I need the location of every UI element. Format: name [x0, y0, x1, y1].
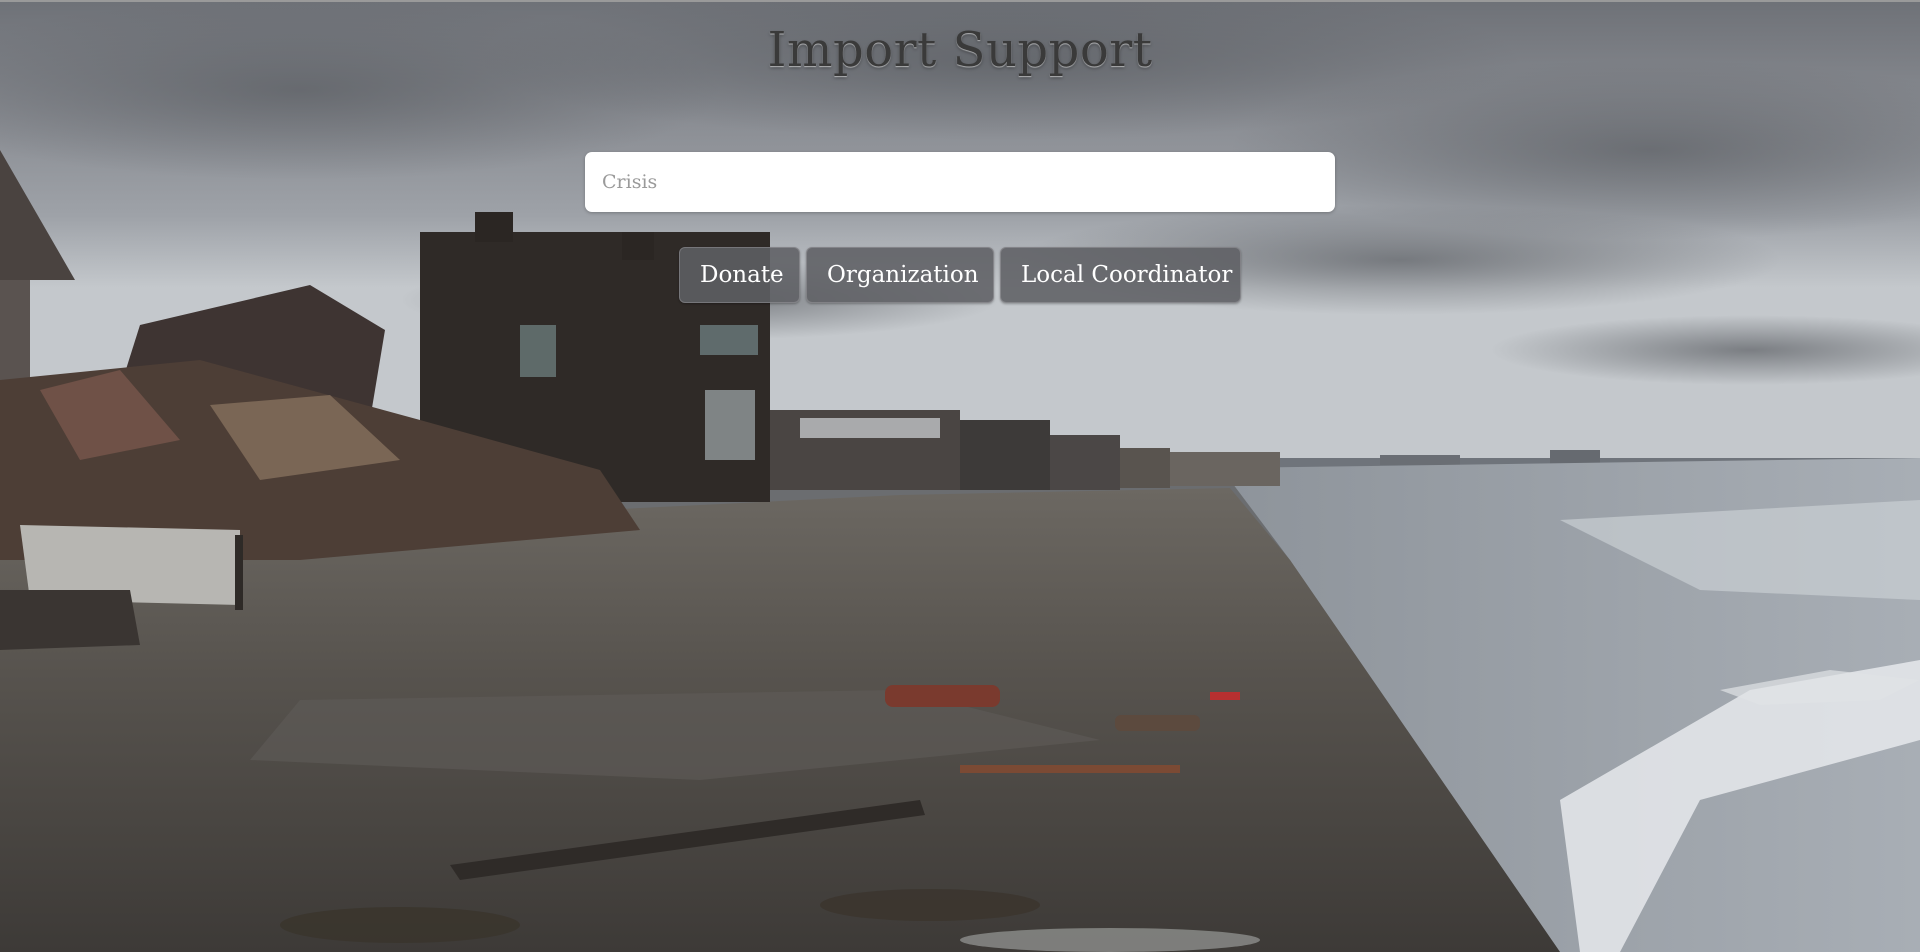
organization-button[interactable]: Organization	[806, 247, 994, 303]
action-button-group: Donate Organization Local Coordinator	[679, 247, 1241, 303]
local-coordinator-button[interactable]: Local Coordinator	[1000, 247, 1241, 303]
page-title: Import Support	[767, 22, 1153, 78]
crisis-search-input[interactable]	[585, 152, 1335, 212]
background-photo	[0, 0, 1920, 952]
donate-button[interactable]: Donate	[679, 247, 800, 303]
search-container	[585, 152, 1335, 212]
page: Import Support Donate Organization Local…	[0, 0, 1920, 952]
top-border	[0, 0, 1920, 2]
